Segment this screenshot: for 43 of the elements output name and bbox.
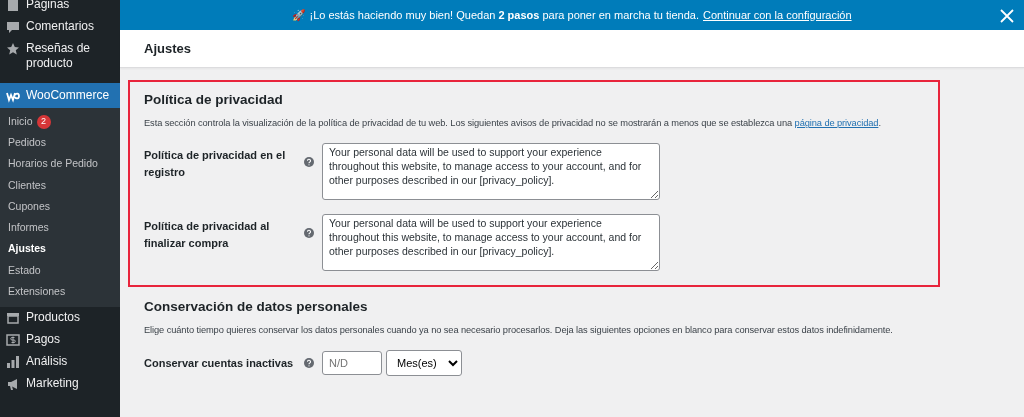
page-icon xyxy=(6,0,20,12)
help-icon[interactable] xyxy=(304,157,314,168)
section-description: Esta sección controla la visualización de la política de privacidad de tu web. Los siguientes avisos de privacidad no se mostrarán a menos que se establezca una página de privacidad. xyxy=(144,117,882,131)
sidebar-item[interactable]: Análisis xyxy=(0,350,120,373)
sidebar-item[interactable]: Comentarios xyxy=(0,16,120,38)
field-label: Política de privacidad al finalizar compra xyxy=(144,219,271,251)
star-icon xyxy=(6,42,20,56)
help-icon[interactable] xyxy=(304,228,314,239)
submenu-item[interactable]: Horarios de Pedido xyxy=(0,153,120,175)
sidebar-item[interactable]: Productos xyxy=(0,306,120,329)
page-title: Ajustes xyxy=(144,39,191,58)
comment-icon xyxy=(6,20,20,34)
sidebar-item[interactable]: Pagos xyxy=(0,328,120,351)
submenu-item[interactable]: Cupones xyxy=(0,195,120,218)
count-badge: 2 xyxy=(36,114,51,129)
box-icon xyxy=(6,310,20,325)
submenu-item[interactable]: Pedidos xyxy=(0,132,120,154)
sidebar-item[interactable]: WooCommerce xyxy=(0,83,120,108)
sidebar-item[interactable]: Marketing xyxy=(0,372,120,395)
text-area[interactable]: Your personal data will be used to support your experience throughout this website, to manage access to your account, and for other purposes described in our [privacy_policy]. xyxy=(322,214,660,272)
submenu-item[interactable]: Inicio 2 xyxy=(0,111,120,133)
submenu-item[interactable]: Ajustes xyxy=(0,238,120,260)
bar-chart-icon xyxy=(6,354,20,369)
dollar-icon xyxy=(6,332,20,347)
sidebar-item[interactable]: Reseñas de producto xyxy=(0,38,120,75)
submenu-item[interactable]: Clientes xyxy=(0,174,120,196)
field-label: Política de privacidad en el registro xyxy=(144,148,287,180)
sidebar-item[interactable]: Páginas xyxy=(0,0,120,16)
submenu-item[interactable]: Informes xyxy=(0,217,120,239)
notice-text: 🚀 ¡Lo estás haciendo muy bien! Quedan 2 pasos para poner en marcha tu tienda. xyxy=(292,7,699,23)
submenu-item[interactable]: Estado xyxy=(0,259,120,281)
close-icon[interactable] xyxy=(998,7,1014,23)
text-area[interactable]: Your personal data will be used to support your experience throughout this website, to manage access to your account, and for other purposes described in our [privacy_policy]. xyxy=(322,143,660,201)
setup-link[interactable]: Continuar con la configuración xyxy=(703,6,852,24)
submenu-item[interactable]: Extensiones xyxy=(0,280,120,302)
section-title: Conservación de datos personales xyxy=(144,299,369,316)
section-description: Elige cuánto tiempo quieres conservar los datos personales cuando ya no sea necesario procesarlos. Deja las siguientes opciones en blanco para conservar estos datos indefinidamente. xyxy=(144,324,894,338)
megaphone-icon xyxy=(6,376,20,391)
number-field[interactable]: N/D xyxy=(322,351,382,376)
field-label: Conservar cuentas inactivas xyxy=(144,356,295,371)
help-icon[interactable] xyxy=(304,358,314,369)
unit-dropdown[interactable]: Mes(es) xyxy=(386,350,462,377)
section-title: Política de privacidad xyxy=(144,92,284,109)
